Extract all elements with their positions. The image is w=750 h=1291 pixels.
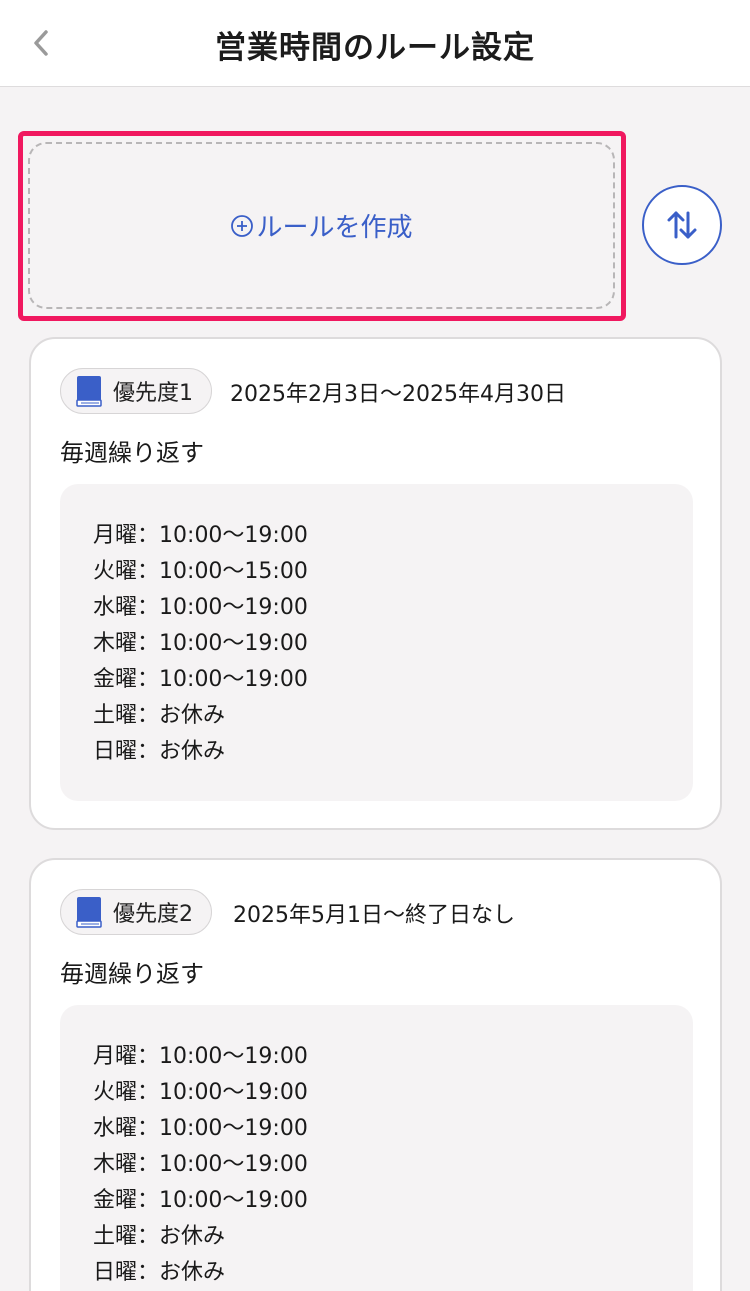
plus-circle-icon xyxy=(230,214,254,238)
weekly-schedule: 月曜：10:00〜19:00 火曜：10:00〜19:00 水曜：10:00〜1… xyxy=(60,1005,693,1291)
day-label: 月曜 xyxy=(93,1044,138,1069)
priority-label: 優先度1 xyxy=(113,381,193,406)
separator: ： xyxy=(137,703,160,728)
hours: 10:00〜15:00 xyxy=(159,559,308,584)
repeat-label: 毎週繰り返す xyxy=(60,960,204,988)
schedule-row: 日曜：お休み xyxy=(93,1255,693,1291)
separator: ： xyxy=(137,1260,160,1285)
separator: ： xyxy=(137,1080,160,1105)
app-header: 営業時間のルール設定 xyxy=(0,0,750,87)
book-icon xyxy=(75,375,103,407)
schedule-row: 火曜：10:00〜19:00 xyxy=(93,1075,693,1111)
day-label: 金曜 xyxy=(93,1188,138,1213)
hours: お休み xyxy=(159,1260,226,1285)
separator: ： xyxy=(137,559,160,584)
separator: ： xyxy=(137,523,160,548)
day-label: 金曜 xyxy=(93,667,138,692)
repeat-label: 毎週繰り返す xyxy=(60,439,204,467)
day-label: 日曜 xyxy=(93,739,138,764)
schedule-row: 日曜：お休み xyxy=(93,734,693,770)
hours: 10:00〜19:00 xyxy=(159,1152,308,1177)
hours: 10:00〜19:00 xyxy=(159,631,308,656)
schedule-row: 土曜：お休み xyxy=(93,698,693,734)
day-label: 木曜 xyxy=(93,631,138,656)
hours: お休み xyxy=(159,1224,226,1249)
day-label: 木曜 xyxy=(93,1152,138,1177)
create-rule-label: ルールを作成 xyxy=(256,213,413,243)
priority-label: 優先度2 xyxy=(113,902,193,927)
book-icon xyxy=(75,896,103,928)
rule-card[interactable]: 優先度2 2025年5月1日〜終了日なし 毎週繰り返す 月曜：10:00〜19:… xyxy=(29,858,722,1291)
hours: 10:00〜19:00 xyxy=(159,523,308,548)
separator: ： xyxy=(137,1044,160,1069)
create-rule-button[interactable]: ルールを作成 xyxy=(28,142,615,309)
separator: ： xyxy=(137,631,160,656)
schedule-row: 水曜：10:00〜19:00 xyxy=(93,590,693,626)
swap-vertical-icon xyxy=(667,211,697,239)
schedule-row: 木曜：10:00〜19:00 xyxy=(93,626,693,662)
date-range: 2025年2月3日〜2025年4月30日 xyxy=(230,382,566,407)
sort-button[interactable] xyxy=(642,185,722,265)
day-label: 火曜 xyxy=(93,559,138,584)
schedule-row: 火曜：10:00〜15:00 xyxy=(93,554,693,590)
separator: ： xyxy=(137,595,160,620)
schedule-row: 水曜：10:00〜19:00 xyxy=(93,1111,693,1147)
hours: 10:00〜19:00 xyxy=(159,1116,308,1141)
separator: ： xyxy=(137,1188,160,1213)
day-label: 土曜 xyxy=(93,1224,138,1249)
day-label: 土曜 xyxy=(93,703,138,728)
hours: 10:00〜19:00 xyxy=(159,595,308,620)
separator: ： xyxy=(137,1224,160,1249)
hours: 10:00〜19:00 xyxy=(159,1188,308,1213)
weekly-schedule: 月曜：10:00〜19:00 火曜：10:00〜15:00 水曜：10:00〜1… xyxy=(60,484,693,801)
schedule-row: 金曜：10:00〜19:00 xyxy=(93,1183,693,1219)
separator: ： xyxy=(137,667,160,692)
priority-badge: 優先度2 xyxy=(60,889,212,935)
day-label: 日曜 xyxy=(93,1260,138,1285)
hours: 10:00〜19:00 xyxy=(159,1080,308,1105)
separator: ： xyxy=(137,739,160,764)
separator: ： xyxy=(137,1152,160,1177)
schedule-row: 土曜：お休み xyxy=(93,1219,693,1255)
schedule-row: 金曜：10:00〜19:00 xyxy=(93,662,693,698)
schedule-row: 月曜：10:00〜19:00 xyxy=(93,518,693,554)
separator: ： xyxy=(137,1116,160,1141)
schedule-row: 月曜：10:00〜19:00 xyxy=(93,1039,693,1075)
rule-card[interactable]: 優先度1 2025年2月3日〜2025年4月30日 毎週繰り返す 月曜：10:0… xyxy=(29,337,722,830)
date-range: 2025年5月1日〜終了日なし xyxy=(233,903,515,928)
hours: 10:00〜19:00 xyxy=(159,1044,308,1069)
hours: 10:00〜19:00 xyxy=(159,667,308,692)
day-label: 水曜 xyxy=(93,1116,138,1141)
priority-badge: 優先度1 xyxy=(60,368,212,414)
day-label: 水曜 xyxy=(93,595,138,620)
hours: お休み xyxy=(159,703,226,728)
page-title: 営業時間のルール設定 xyxy=(215,30,535,66)
day-label: 月曜 xyxy=(93,523,138,548)
day-label: 火曜 xyxy=(93,1080,138,1105)
hours: お休み xyxy=(159,739,226,764)
schedule-row: 木曜：10:00〜19:00 xyxy=(93,1147,693,1183)
